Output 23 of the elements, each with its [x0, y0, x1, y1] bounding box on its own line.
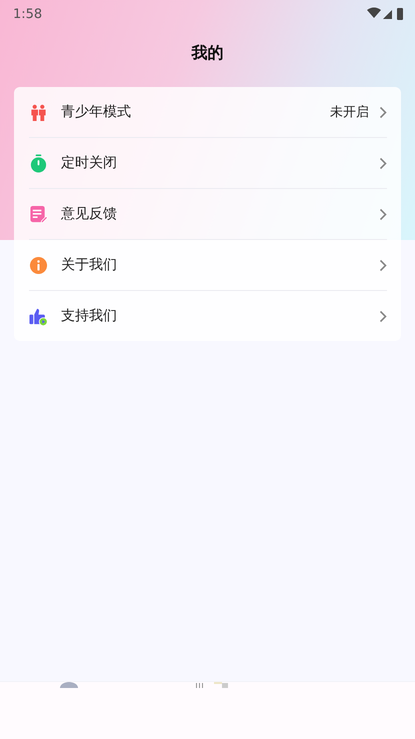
chevron-right-icon — [379, 208, 387, 220]
menu-label: 定时关闭 — [61, 154, 118, 172]
menu-label: 青少年模式 — [61, 103, 132, 121]
chevron-right-icon — [379, 156, 387, 170]
menu-item[interactable]: 关于我们 — [29, 239, 387, 290]
menu-item[interactable]: 青少年模式 未开启 — [29, 87, 387, 137]
people-icon — [29, 102, 48, 122]
menu-label: 意见反馈 — [61, 205, 118, 223]
menu-item[interactable]: 意见反馈 — [29, 188, 387, 239]
thumbs-up-icon — [29, 306, 48, 326]
note-edit-icon — [29, 204, 48, 224]
chevron-right-icon — [379, 258, 387, 272]
status-time: 1:58 — [13, 6, 42, 22]
menu-label: 支持我们 — [61, 307, 118, 325]
stopwatch-icon — [29, 154, 48, 172]
menu-label: 关于我们 — [61, 256, 118, 274]
info-icon — [29, 256, 48, 274]
menu-item[interactable]: 定时关闭 — [29, 137, 387, 188]
chevron-right-icon — [379, 310, 387, 322]
menu-item[interactable]: 支持我们 — [29, 290, 387, 341]
page-title: 我的 — [192, 42, 224, 64]
menu-value: 未开启 — [330, 104, 369, 121]
chevron-right-icon — [379, 106, 387, 118]
